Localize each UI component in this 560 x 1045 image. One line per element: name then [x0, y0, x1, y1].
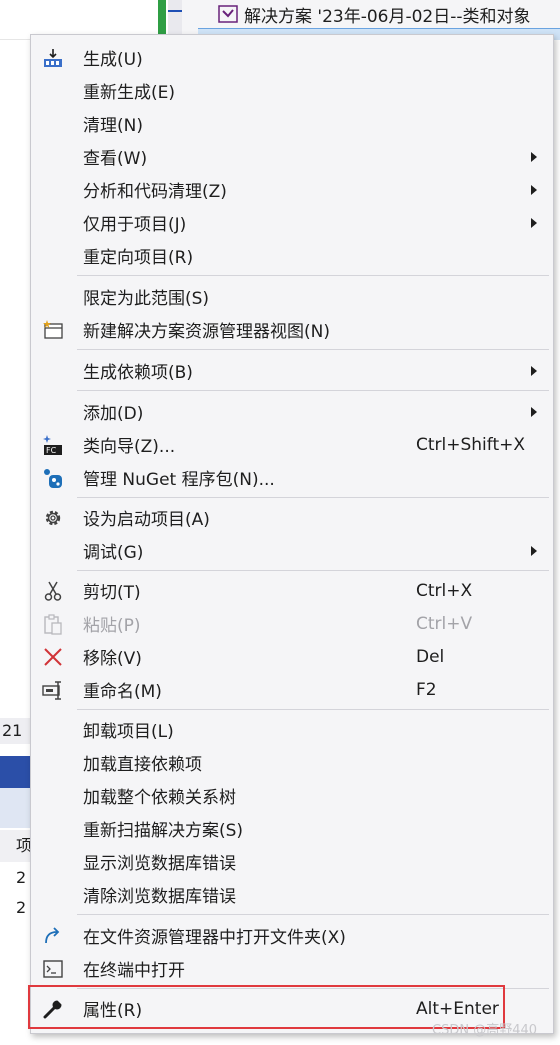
menu-item-new-view[interactable]: 新建解决方案资源管理器视图(N) [31, 313, 553, 346]
menu-item-load-dep-tree[interactable]: 加载整个依赖关系树 [31, 779, 553, 812]
solution-label: 解决方案 '23年-06月-02日--类和对象 [244, 6, 531, 27]
menu-separator [77, 390, 549, 391]
panel-title-bar [0, 756, 32, 788]
svg-text:FC: FC [46, 446, 57, 455]
submenu-arrow-icon [531, 217, 537, 228]
menu-item-clear-browse-db-errors[interactable]: 清除浏览数据库错误 [31, 878, 553, 911]
menu-item-label: 重命名(M) [83, 682, 162, 702]
menu-item-rebuild[interactable]: 重新生成(E) [31, 74, 553, 107]
menu-item-label: 剪切(T) [83, 583, 141, 603]
submenu-arrow-icon [531, 365, 537, 376]
remove-icon [41, 645, 65, 669]
menu-item-label: 管理 NuGet 程序包(N)... [83, 470, 275, 490]
menu-item-label: 限定为此范围(S) [83, 289, 210, 309]
menu-item-shortcut: Ctrl+V [416, 613, 473, 634]
menu-item-label: 重新扫描解决方案(S) [83, 821, 244, 841]
menu-item-rescan-solution[interactable]: 重新扫描解决方案(S) [31, 812, 553, 845]
menu-separator [77, 349, 549, 350]
submenu-arrow-icon [531, 184, 537, 195]
menu-item-label: 卸载项目(L) [83, 722, 174, 742]
menu-item-open-in-explorer[interactable]: 在文件资源管理器中打开文件夹(X) [31, 919, 553, 952]
scissors-icon [41, 579, 65, 603]
build-icon [41, 46, 65, 70]
menu-item-label: 加载直接依赖项 [83, 755, 202, 775]
menu-item-open-in-terminal[interactable]: 在终端中打开 [31, 952, 553, 985]
menu-item-remove[interactable]: 移除(V) Del [31, 640, 553, 673]
line-number: 21 [0, 718, 32, 744]
menu-item-shortcut: F2 [416, 679, 437, 700]
menu-item-label: 生成(U) [83, 50, 143, 70]
gear-icon [41, 506, 65, 530]
class-wizard-icon: FC [41, 433, 65, 457]
menu-item-shortcut: Ctrl+Shift+X [416, 434, 526, 455]
menu-item-scope[interactable]: 限定为此范围(S) [31, 280, 553, 313]
menu-item-build[interactable]: 生成(U) [31, 41, 553, 74]
menu-item-build-dependencies[interactable]: 生成依赖项(B) [31, 354, 553, 387]
menu-item-label: 移除(V) [83, 649, 142, 669]
menu-item-debug[interactable]: 调试(G) [31, 534, 553, 567]
menu-item-label: 设为启动项目(A) [83, 510, 210, 530]
submenu-arrow-icon [531, 406, 537, 417]
menu-item-set-startup[interactable]: 设为启动项目(A) [31, 501, 553, 534]
menu-item-view[interactable]: 查看(W) [31, 140, 553, 173]
menu-item-label: 在文件资源管理器中打开文件夹(X) [83, 928, 346, 948]
menu-item-retarget[interactable]: 重定向项目(R) [31, 239, 553, 272]
nuget-icon [41, 466, 65, 490]
menu-item-label: 清理(N) [83, 116, 143, 136]
menu-separator [77, 275, 549, 276]
menu-item-load-direct-deps[interactable]: 加载直接依赖项 [31, 746, 553, 779]
new-view-icon [41, 318, 65, 342]
menu-item-label: 添加(D) [83, 404, 144, 424]
menu-item-unload-project[interactable]: 卸载项目(L) [31, 713, 553, 746]
menu-separator [77, 914, 549, 915]
scrollbar-position-marker [168, 10, 182, 12]
menu-item-label: 清除浏览数据库错误 [83, 887, 236, 907]
menu-item-rename[interactable]: 重命名(M) F2 [31, 673, 553, 706]
menu-item-add[interactable]: 添加(D) [31, 395, 553, 428]
panel-toolbar [0, 788, 32, 828]
menu-item-show-browse-db-errors[interactable]: 显示浏览数据库错误 [31, 845, 553, 878]
menu-item-label: 类向导(Z)... [83, 437, 176, 457]
menu-item-paste[interactable]: 粘贴(P) Ctrl+V [31, 607, 553, 640]
visual-studio-solution-icon [218, 5, 238, 23]
menu-item-label: 显示浏览数据库错误 [83, 854, 236, 874]
project-context-menu: 生成(U) 重新生成(E) 清理(N) 查看(W) 分析和代码清理(Z) 仅用于… [30, 34, 554, 1034]
menu-item-label: 重新生成(E) [83, 83, 176, 103]
menu-item-label: 加载整个依赖关系树 [83, 788, 236, 808]
menu-item-label: 在终端中打开 [83, 961, 185, 981]
menu-item-label: 调试(G) [83, 543, 144, 563]
menu-separator [77, 497, 549, 498]
menu-item-label: 重定向项目(R) [83, 248, 194, 268]
menu-item-cut[interactable]: 剪切(T) Ctrl+X [31, 574, 553, 607]
solution-node[interactable]: 解决方案 '23年-06月-02日--类和对象 [218, 2, 531, 27]
menu-item-label: 查看(W) [83, 149, 148, 169]
menu-item-label: 新建解决方案资源管理器视图(N) [83, 322, 330, 342]
terminal-icon [41, 957, 65, 981]
menu-item-shortcut: Del [416, 646, 445, 667]
menu-item-analyze[interactable]: 分析和代码清理(Z) [31, 173, 553, 206]
menu-item-label: 仅用于项目(J) [83, 215, 187, 235]
menu-item-label: 分析和代码清理(Z) [83, 182, 227, 202]
menu-item-clean[interactable]: 清理(N) [31, 107, 553, 140]
open-folder-icon [41, 924, 65, 948]
menu-item-label: 生成依赖项(B) [83, 363, 193, 383]
menu-separator [77, 709, 549, 710]
menu-item-class-wizard[interactable]: FC 类向导(Z)... Ctrl+Shift+X [31, 428, 553, 461]
menu-item-label: 粘贴(P) [83, 616, 141, 636]
menu-item-project-only[interactable]: 仅用于项目(J) [31, 206, 553, 239]
menu-item-shortcut: Ctrl+X [416, 580, 473, 601]
submenu-arrow-icon [531, 151, 537, 162]
watermark: CSDN @高野440 [432, 1023, 538, 1038]
panel-column-header: 项 [0, 830, 32, 862]
rename-icon [41, 678, 65, 702]
menu-separator [77, 570, 549, 571]
paste-icon [41, 612, 65, 636]
menu-item-manage-nuget[interactable]: 管理 NuGet 程序包(N)... [31, 461, 553, 494]
submenu-arrow-icon [531, 545, 537, 556]
